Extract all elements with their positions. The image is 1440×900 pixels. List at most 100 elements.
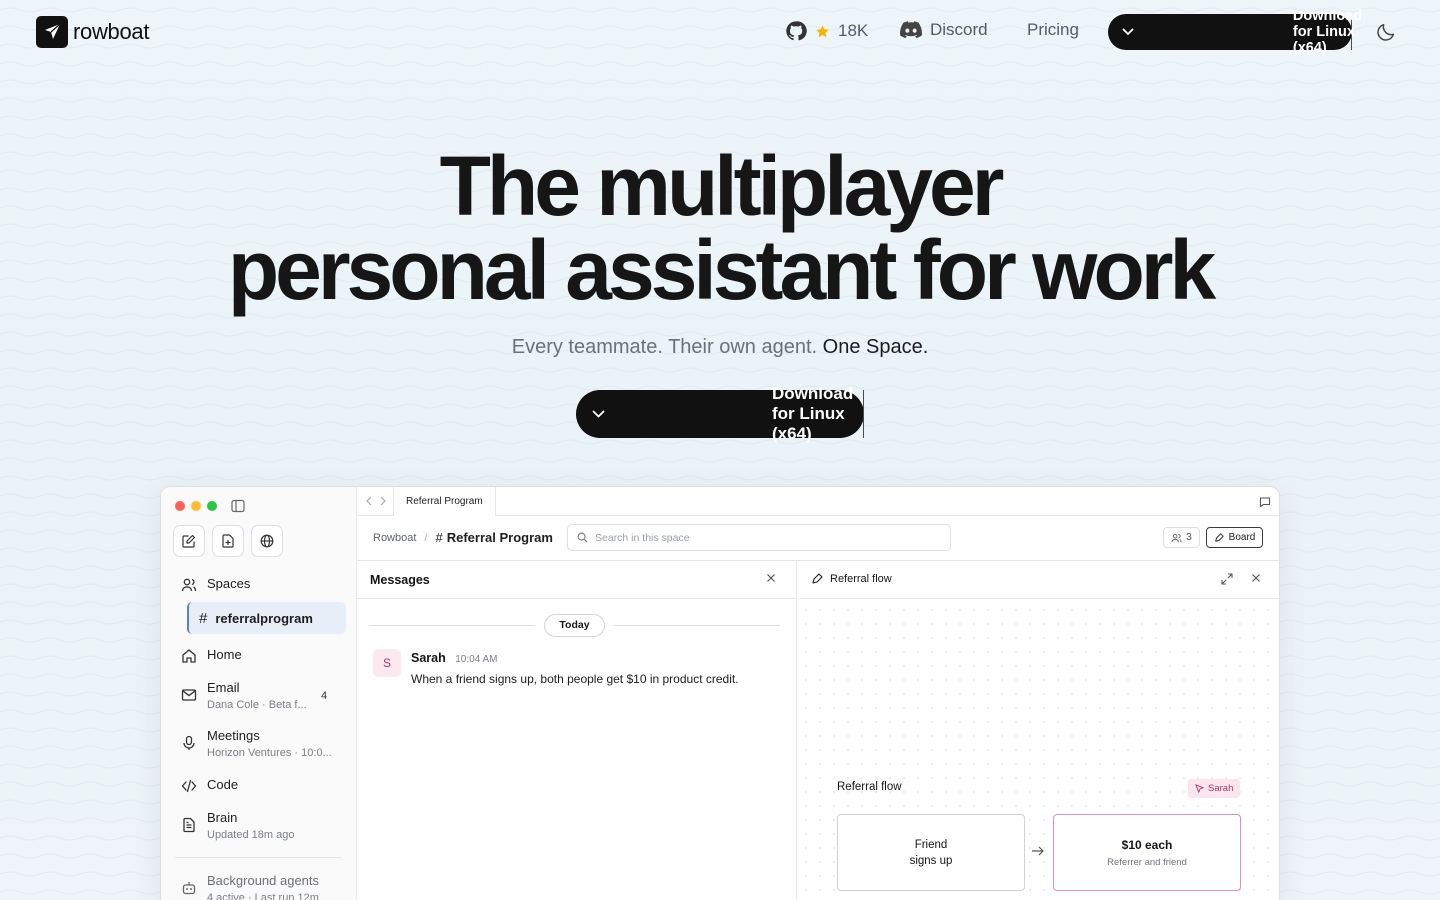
hero-title: The multiplayer personal assistant for w…	[0, 144, 1440, 312]
hero-download-button[interactable]: Download for Linux (x64)	[772, 384, 864, 443]
theme-toggle[interactable]	[1375, 21, 1397, 43]
breadcrumb-root[interactable]: Rowboat	[373, 532, 416, 544]
day-divider: Today	[369, 613, 780, 637]
message-text: When a friend signs up, both people get …	[411, 672, 739, 686]
close-icon[interactable]	[1251, 573, 1261, 583]
minimize-window-dot[interactable]	[191, 501, 201, 511]
discord-icon	[900, 21, 922, 39]
github-icon	[786, 21, 807, 41]
sidebar-item-email[interactable]: Email Dana Cole · Beta f...	[181, 680, 307, 711]
space-header: Rowboat / # Referral Program Search in th…	[357, 516, 1279, 561]
space-search-input[interactable]: Search in this space	[567, 524, 951, 551]
new-chat-button[interactable]	[173, 525, 205, 557]
app-sidebar: Spaces # referralprogram Home Email Dana…	[161, 487, 357, 900]
sidebar-code-label: Code	[207, 777, 239, 792]
flow-panel-title: Referral flow	[811, 573, 892, 585]
robot-icon	[182, 882, 196, 895]
members-button[interactable]: 3	[1163, 527, 1200, 548]
message-item: S Sarah 10:04 AM When a friend signs up,…	[373, 649, 739, 686]
sidebar-agents-label: Background agents	[207, 873, 320, 888]
board-button[interactable]: Board	[1206, 527, 1263, 548]
pen-tool-icon	[1214, 532, 1224, 542]
hero-download-platform-dropdown[interactable]	[576, 390, 620, 438]
hero-title-line2: personal assistant for work	[227, 223, 1216, 317]
discord-label: Discord	[930, 20, 988, 39]
sidebar-actions	[173, 525, 283, 557]
close-icon[interactable]	[766, 573, 776, 583]
sidebar-home-label: Home	[207, 647, 242, 662]
users-icon	[181, 578, 197, 592]
tab-referral-program[interactable]: Referral Program	[393, 487, 496, 516]
github-star-count: 18K	[838, 21, 869, 40]
microphone-icon	[183, 735, 195, 750]
app-preview-window: Spaces # referralprogram Home Email Dana…	[160, 486, 1280, 900]
sidebar-item-home[interactable]: Home	[181, 647, 242, 664]
board-button-label: Board	[1228, 532, 1256, 543]
users-icon	[1171, 533, 1182, 542]
nav-download-platform-dropdown[interactable]	[1108, 14, 1148, 50]
flow-node-line2: signs up	[909, 854, 953, 867]
history-nav	[365, 495, 387, 507]
sidebar-item-brain[interactable]: Brain Updated 18m ago	[181, 810, 294, 841]
cursor-icon	[1195, 784, 1204, 793]
chevron-down-icon	[592, 410, 604, 418]
flow-node-reward[interactable]: $10 each Referrer and friend	[1053, 814, 1241, 891]
author-tag: Sarah	[1188, 779, 1241, 798]
nav-download-button-group: Download for Linux (x64)	[1108, 8, 1362, 56]
new-document-button[interactable]	[212, 525, 244, 557]
message-timestamp: 10:04 AM	[455, 654, 498, 665]
brand-name: rowboat	[73, 19, 150, 44]
moon-icon	[1377, 23, 1395, 41]
flow-node-line1: Friend	[914, 838, 948, 851]
day-divider-label: Today	[544, 613, 605, 637]
arrow-right-icon	[1032, 846, 1044, 856]
sidebar-item-background-agents[interactable]: Background agents 4 active · Last run 12…	[181, 873, 319, 900]
document-icon	[183, 817, 195, 833]
hero-subtitle-strong: One Space.	[822, 336, 929, 358]
sidebar-item-active-space[interactable]: # referralprogram	[187, 602, 346, 634]
email-unread-count: 4	[321, 690, 328, 702]
brand-logo[interactable]: rowboat	[36, 16, 149, 48]
close-window-dot[interactable]	[175, 501, 185, 511]
pen-tool-icon	[812, 573, 823, 584]
star-icon	[816, 24, 829, 37]
sidebar-toggle-icon[interactable]	[231, 499, 245, 518]
breadcrumb-current-label: Referral Program	[446, 530, 553, 545]
active-space-label: referralprogram	[215, 610, 313, 626]
search-icon	[577, 532, 588, 543]
breadcrumb-separator: /	[424, 531, 428, 544]
hero-subtitle: Every teammate. Their own agent. One Spa…	[0, 336, 1440, 359]
mail-icon	[181, 689, 197, 701]
flow-panel-header: Referral flow	[799, 561, 1279, 599]
forward-icon[interactable]	[379, 495, 387, 507]
back-icon[interactable]	[365, 495, 373, 507]
hash-icon: #	[435, 530, 443, 545]
sidebar-brain-label: Brain	[207, 810, 238, 825]
hero-download-button-group: Download for Linux (x64)	[576, 384, 864, 443]
expand-icon[interactable]	[1221, 573, 1233, 585]
flow-title-label: Referral flow	[830, 573, 892, 585]
search-placeholder: Search in this space	[595, 531, 690, 544]
sidebar-item-code[interactable]: Code	[181, 777, 238, 794]
board-section-title: Referral flow	[837, 781, 902, 793]
hero-subtitle-muted: Every teammate. Their own agent.	[511, 336, 818, 358]
sidebar-brain-status: Updated 18m ago	[207, 829, 295, 841]
github-stars-link[interactable]: 18K	[785, 20, 868, 42]
referral-flow-panel: Referral flow Referral flow Sarah Friend…	[799, 561, 1279, 900]
discord-link[interactable]: Discord	[900, 20, 988, 40]
sidebar-item-meetings[interactable]: Meetings Horizon Ventures · 10:0...	[181, 728, 332, 759]
sidebar-agents-status: 4 active · Last run 12m	[207, 892, 319, 900]
pricing-link[interactable]: Pricing	[1027, 20, 1079, 40]
flow-node-reward-sub: Referrer and friend	[1107, 856, 1187, 868]
chat-bubble-icon[interactable]	[1259, 495, 1271, 513]
globe-icon	[260, 534, 274, 548]
flow-node-friend-signs-up[interactable]: Friend signs up	[837, 814, 1025, 891]
sidebar-item-spaces[interactable]: Spaces	[181, 576, 250, 593]
nav-download-button[interactable]: Download for Linux (x64)	[1293, 8, 1362, 56]
sidebar-email-label: Email	[207, 680, 240, 695]
maximize-window-dot[interactable]	[207, 501, 217, 511]
rowboat-logo-icon	[36, 16, 68, 48]
avatar: S	[373, 649, 401, 677]
code-icon	[181, 779, 197, 793]
web-browse-button[interactable]	[251, 525, 283, 557]
